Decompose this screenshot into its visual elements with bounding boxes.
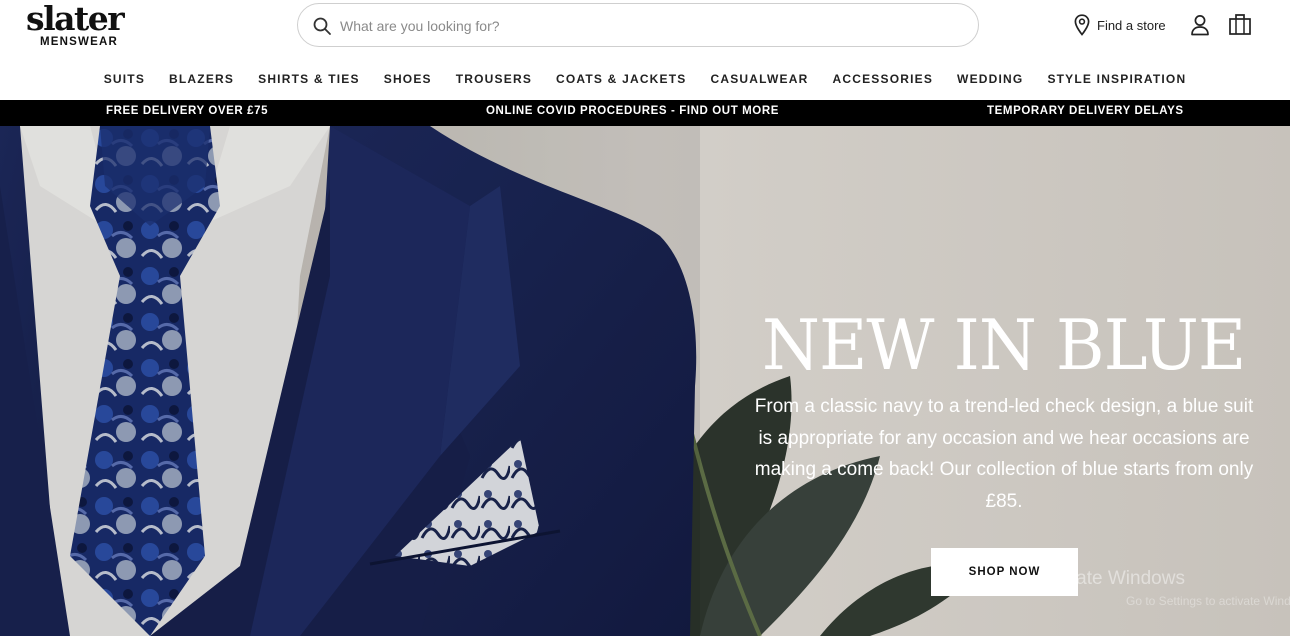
shopping-bag-icon[interactable]: [1228, 12, 1252, 36]
logo-subtitle: MENSWEAR: [40, 36, 118, 48]
logo-wordmark: slater: [26, 0, 125, 38]
nav-item-suits[interactable]: SUITS: [92, 66, 157, 92]
search-input[interactable]: [340, 14, 940, 38]
find-store-label: Find a store: [1097, 17, 1166, 33]
main-navigation: SUITS BLAZERS SHIRTS & TIES SHOES TROUSE…: [0, 66, 1290, 92]
promo-covid-procedures[interactable]: ONLINE COVID PROCEDURES - FIND OUT MORE: [486, 100, 779, 122]
nav-item-shirts-ties[interactable]: SHIRTS & TIES: [246, 66, 372, 92]
site-header: slater MENSWEAR Find a store SUITS BLAZE…: [0, 0, 1290, 100]
activate-windows-subtitle: Go to Settings to activate Windows.: [1126, 594, 1290, 608]
nav-item-casualwear[interactable]: CASUALWEAR: [698, 66, 820, 92]
promo-delivery-delays[interactable]: TEMPORARY DELIVERY DELAYS: [987, 100, 1184, 122]
brand-logo[interactable]: slater MENSWEAR: [26, 0, 138, 49]
nav-item-coats-jackets[interactable]: COATS & JACKETS: [544, 66, 698, 92]
nav-item-wedding[interactable]: WEDDING: [945, 66, 1035, 92]
promo-bar: FREE DELIVERY OVER £75 ONLINE COVID PROC…: [0, 100, 1290, 126]
location-pin-icon: [1074, 14, 1090, 36]
nav-item-trousers[interactable]: TROUSERS: [444, 66, 544, 92]
hero-description: From a classic navy to a trend-led check…: [754, 396, 1254, 512]
nav-item-shoes[interactable]: SHOES: [372, 66, 444, 92]
hero-banner: NEW IN BLUE From a classic navy to a tre…: [0, 126, 1290, 636]
activate-windows-watermark: Activate Windows: [1035, 568, 1185, 589]
account-icon[interactable]: [1189, 13, 1211, 37]
find-store-link[interactable]: Find a store: [1074, 12, 1166, 38]
search-icon[interactable]: [312, 16, 332, 36]
nav-item-accessories[interactable]: ACCESSORIES: [820, 66, 945, 92]
nav-item-blazers[interactable]: BLAZERS: [157, 66, 246, 92]
nav-item-style-inspiration[interactable]: STYLE INSPIRATION: [1035, 66, 1198, 92]
hero-title: NEW IN BLUE: [762, 306, 1246, 386]
search-bar[interactable]: [297, 3, 979, 47]
promo-free-delivery[interactable]: FREE DELIVERY OVER £75: [106, 100, 268, 122]
